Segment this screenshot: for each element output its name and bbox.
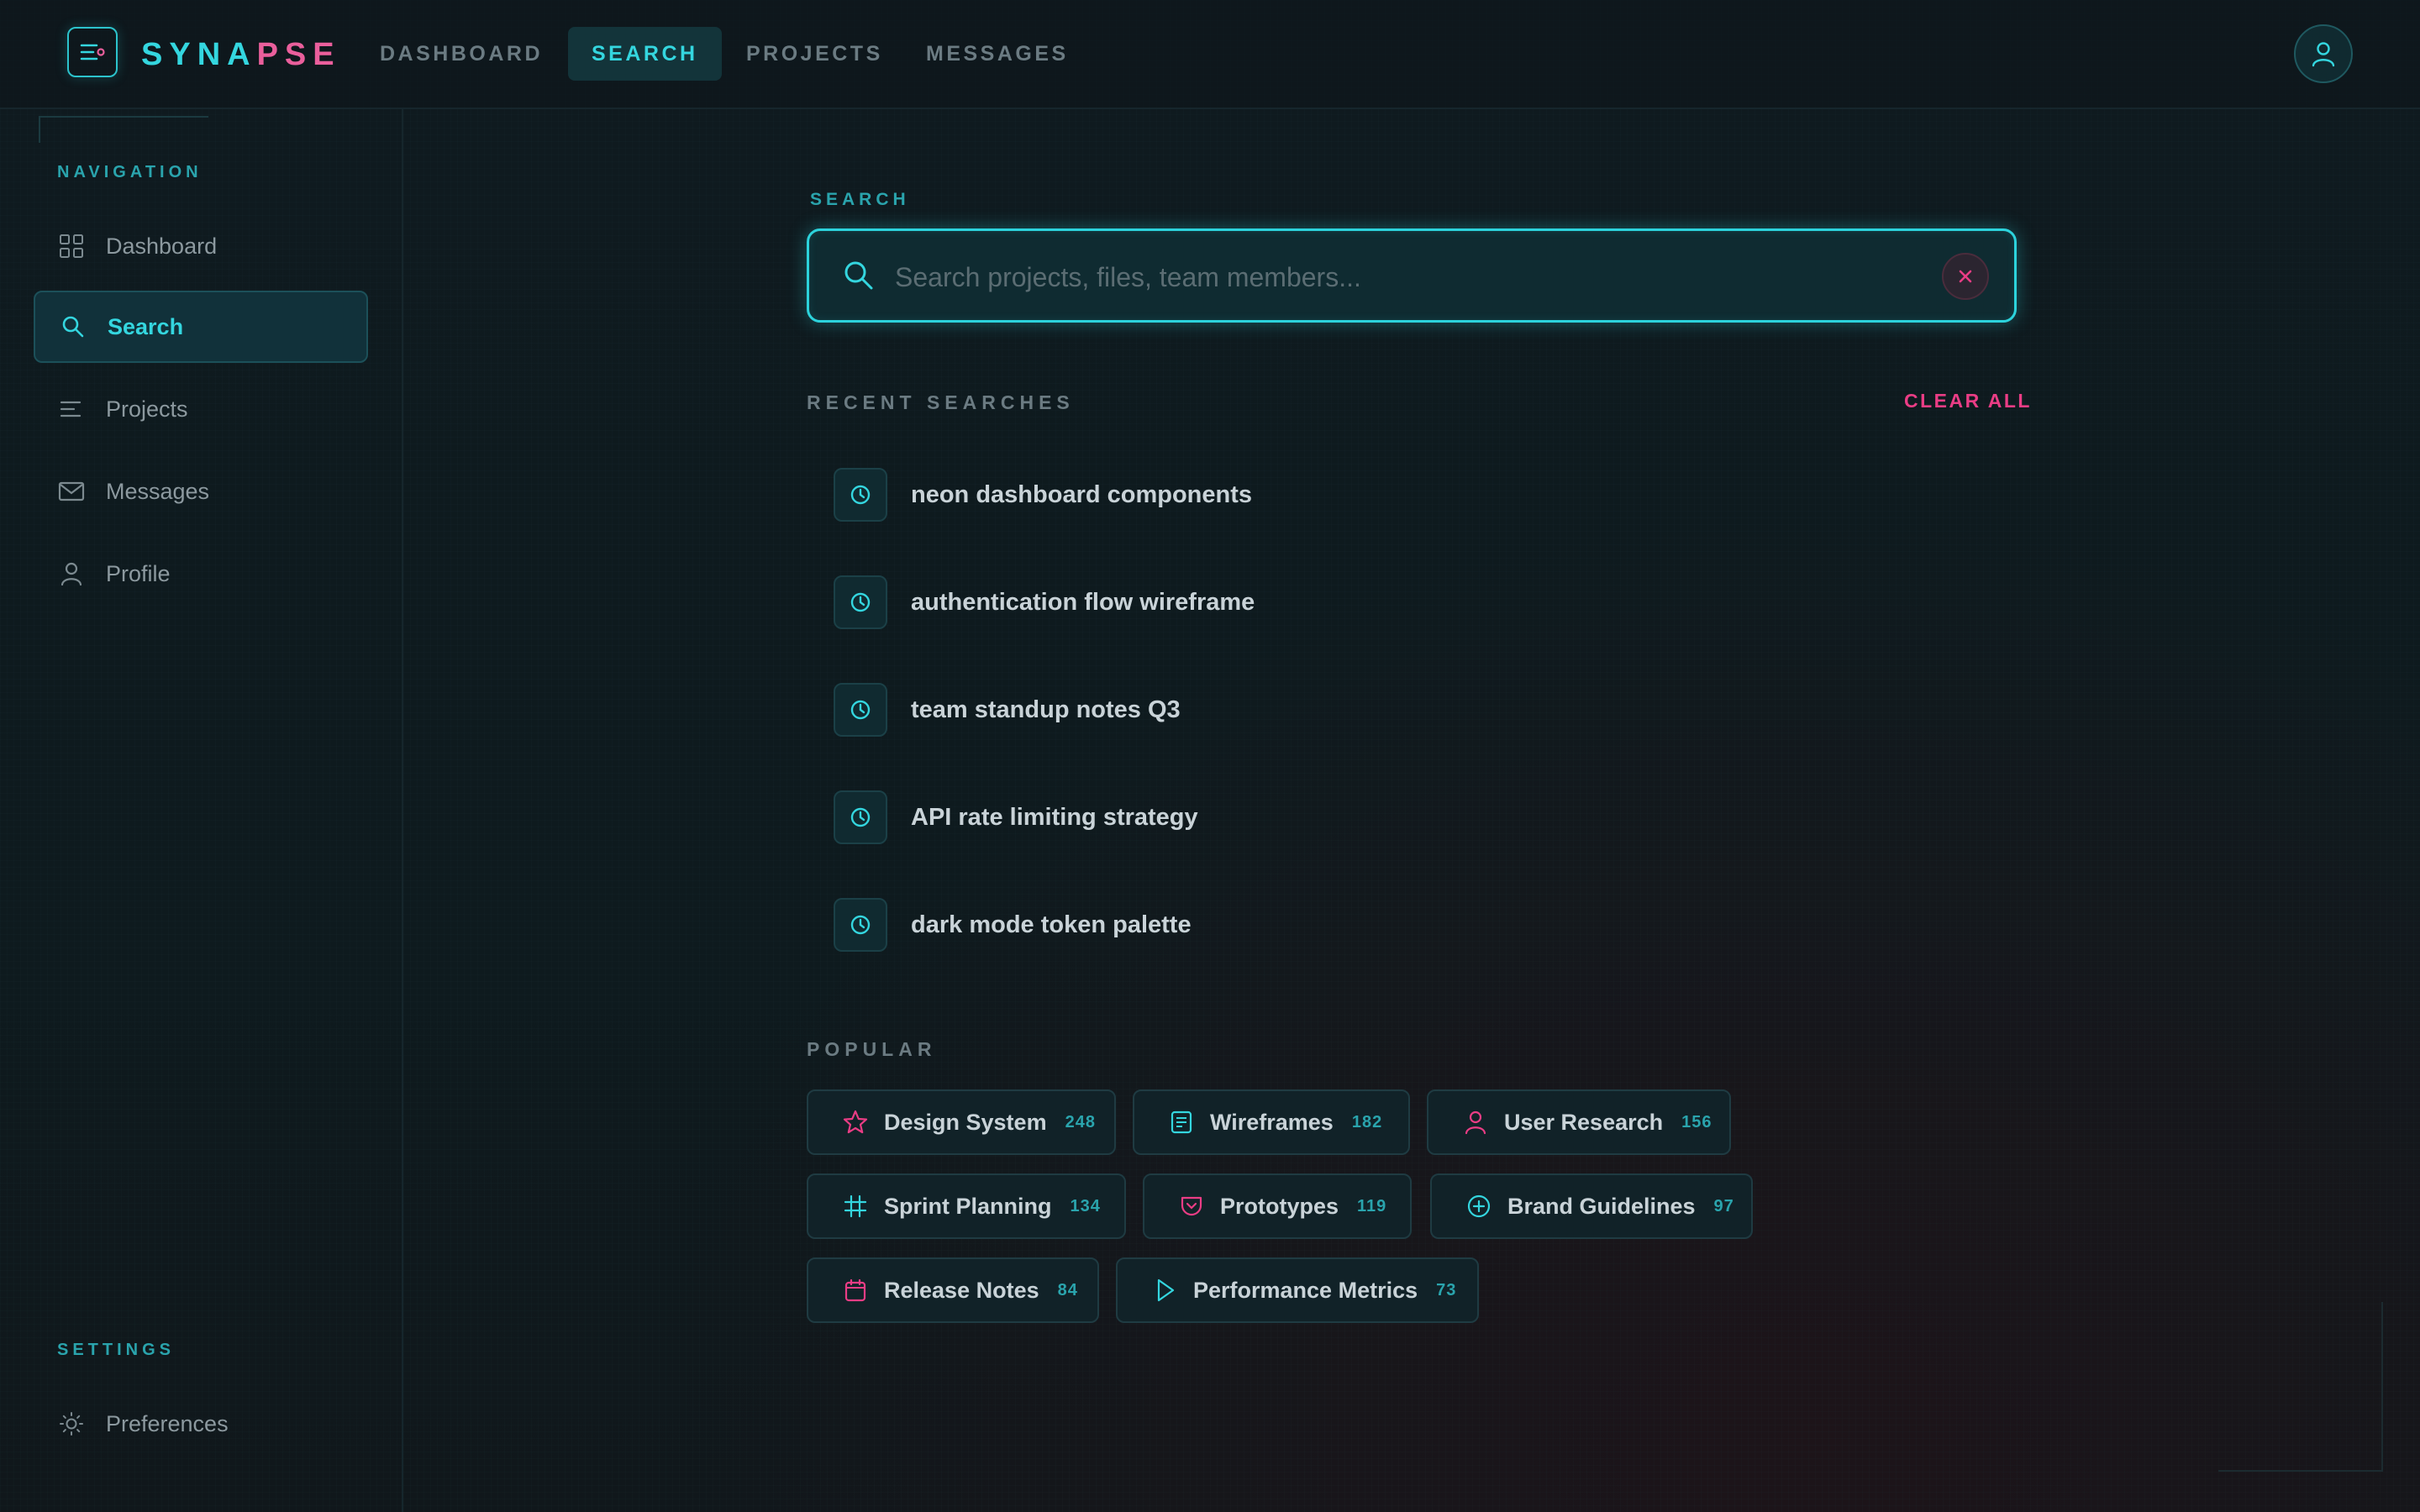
search-bar [807,228,2017,323]
clock-icon [834,790,887,844]
sidebar-item-messages[interactable]: Messages [34,455,368,528]
clock-icon [834,683,887,737]
search-section-label: SEARCH [810,190,910,209]
recent-search-item[interactable]: neon dashboard components [834,467,1674,522]
mail-icon [57,477,86,506]
tag-label: Release Notes [884,1277,1039,1303]
popular-tag-brand-guidelines[interactable]: Brand Guidelines 97 [1430,1173,1753,1239]
menu-logo-button[interactable] [67,27,118,77]
clock-icon [834,575,887,629]
sidebar-item-label: Messages [106,478,210,504]
tab-messages[interactable]: MESSAGES [902,27,1092,81]
brand-part-1: SYNA [141,37,257,72]
sidebar-item-label: Dashboard [106,233,218,259]
tag-count: 182 [1351,1112,1383,1131]
popular-tag-release-notes[interactable]: Release Notes 84 [807,1257,1099,1323]
tag-count: 73 [1436,1280,1457,1299]
popular-tag-design-system[interactable]: Design System 248 [807,1089,1116,1155]
sidebar-item-label: Profile [106,560,171,586]
popular-tag-sprint-planning[interactable]: Sprint Planning 134 [807,1173,1126,1239]
sidebar-corner-decoration [39,116,208,143]
sidebar-item-preferences[interactable]: Preferences [34,1388,368,1460]
sidebar-item-projects[interactable]: Projects [34,373,368,445]
recent-search-item[interactable]: dark mode token palette [834,897,1674,953]
user-icon [57,559,86,588]
popular-tag-prototypes[interactable]: Prototypes 119 [1143,1173,1412,1239]
tag-label: User Research [1504,1109,1664,1135]
sidebar-item-label: Preferences [106,1410,229,1436]
recent-search-text: team standup notes Q3 [911,696,1181,723]
tag-label: Wireframes [1210,1109,1334,1135]
popular-tag-user-research[interactable]: User Research 156 [1427,1089,1731,1155]
sidebar-item-label: Projects [106,396,188,422]
navigation-section-label: NAVIGATION [57,163,203,181]
search-icon [59,312,87,341]
recent-search-item[interactable]: authentication flow wireframe [834,575,1674,630]
brand-part-2: PSE [256,37,341,72]
recent-search-text: authentication flow wireframe [911,588,1255,616]
menu-icon [80,44,105,60]
close-icon [1959,270,1972,283]
top-bar: SYNAPSE DASHBOARD SEARCH PROJECTS MESSAG… [0,0,2420,109]
play-icon [1150,1275,1180,1305]
sidebar-item-label: Search [108,313,184,339]
tag-label: Sprint Planning [884,1193,1052,1219]
recent-search-text: neon dashboard components [911,480,1253,508]
tag-count: 97 [1713,1196,1734,1215]
tag-count: 119 [1357,1196,1387,1215]
search-icon [841,258,876,297]
recent-search-item[interactable]: API rate limiting strategy [834,790,1674,845]
clear-search-button[interactable] [1942,253,1989,300]
recent-search-text: dark mode token palette [911,911,1192,938]
user-icon [2312,42,2335,67]
popular-tag-performance-metrics[interactable]: Performance Metrics 73 [1116,1257,1479,1323]
user-icon [1460,1107,1491,1137]
calendar-icon [840,1275,871,1305]
recent-search-text: API rate limiting strategy [911,803,1198,831]
settings-section-label: SETTINGS [57,1341,176,1359]
sidebar-item-dashboard[interactable]: Dashboard [34,210,368,282]
recent-search-item[interactable]: team standup notes Q3 [834,682,1674,738]
tab-dashboard[interactable]: DASHBOARD [356,27,566,81]
tag-label: Design System [884,1109,1047,1135]
tag-label: Prototypes [1220,1193,1339,1219]
lines-icon [57,395,86,423]
sidebar-item-profile[interactable]: Profile [34,538,368,610]
tag-count: 248 [1065,1112,1096,1131]
popular-tag-wireframes[interactable]: Wireframes 182 [1133,1089,1410,1155]
sidebar: NAVIGATION Dashboard Search Projects Mes… [0,108,403,1512]
clock-icon [834,898,887,952]
tag-count: 134 [1070,1196,1101,1215]
plus-circle-icon [1464,1191,1494,1221]
search-input[interactable] [893,251,1888,303]
document-icon [1166,1107,1197,1137]
brand-logo: SYNAPSE [141,34,341,76]
tag-count: 84 [1057,1280,1078,1299]
popular-heading: POPULAR [807,1038,937,1060]
clock-icon [834,468,887,522]
tag-label: Performance Metrics [1193,1277,1418,1303]
user-avatar-button[interactable] [2294,24,2353,83]
star-icon [840,1107,871,1137]
pocket-icon [1176,1191,1207,1221]
recent-searches-heading: RECENT SEARCHES [807,391,1075,413]
hash-icon [840,1191,871,1221]
tag-count: 156 [1681,1112,1712,1131]
clear-all-button[interactable]: CLEAR ALL [1904,390,2032,412]
grid-icon [57,232,86,260]
sidebar-item-search[interactable]: Search [34,291,368,363]
tag-label: Brand Guidelines [1507,1193,1696,1219]
tab-search[interactable]: SEARCH [568,27,722,81]
tab-projects[interactable]: PROJECTS [723,27,907,81]
corner-decoration [2218,1302,2383,1472]
sun-icon [57,1410,86,1438]
